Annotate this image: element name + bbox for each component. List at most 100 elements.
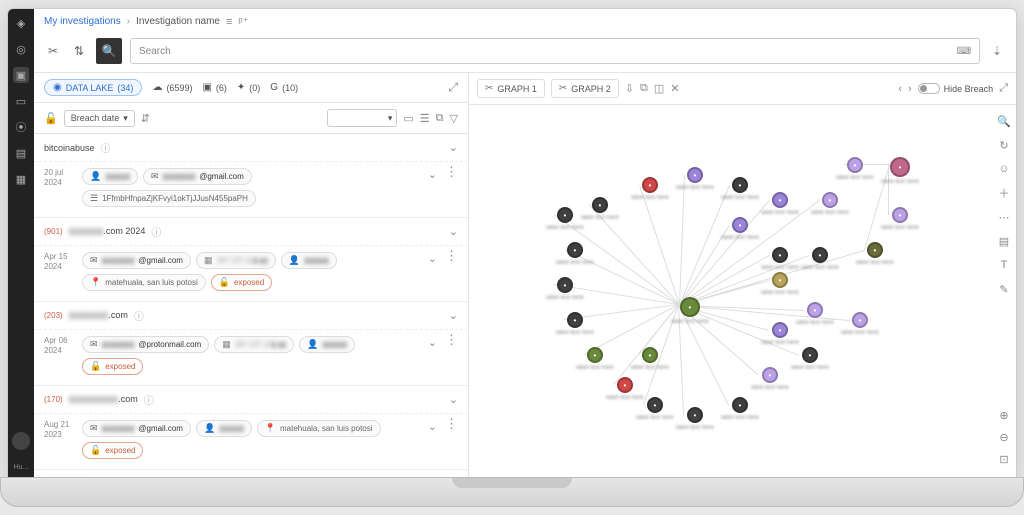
structure-icon[interactable]: ⇅ [70, 42, 88, 60]
filter-icon[interactable]: ▽ [450, 112, 458, 125]
add-icon[interactable]: ＋ [996, 185, 1012, 201]
layer-icon[interactable]: ▤ [996, 233, 1012, 249]
sort-select[interactable]: Breach date ▾ [64, 110, 135, 127]
graph-node[interactable]: •label text here [721, 177, 759, 201]
filter-4[interactable]: ✦(0) [237, 82, 260, 93]
graph-node[interactable]: •label text here [631, 347, 669, 371]
chevron-down-icon[interactable]: ⌄ [428, 420, 437, 433]
graph-node[interactable]: •label text here [841, 312, 879, 336]
graph-node[interactable]: •label text here [631, 177, 669, 201]
chip-ip[interactable]: ▦187.137.10▮.▮▮ [214, 336, 294, 353]
info-icon[interactable]: ⓘ [101, 140, 111, 155]
chip-user[interactable]: 👤▮▮▮▮▮▮ [281, 252, 337, 269]
graph-node[interactable]: •label text here [761, 272, 799, 296]
graph-node[interactable]: •label text here [606, 377, 644, 401]
graph-node[interactable]: •label text here [811, 192, 849, 216]
list-icon[interactable]: ▤ [13, 145, 29, 161]
graph-node[interactable]: •label text here [671, 297, 709, 325]
chevron-down-icon[interactable]: ⌄ [449, 309, 458, 322]
graph-tab-1[interactable]: ✂ GRAPH 1 [477, 79, 545, 98]
graph-node[interactable]: •label text here [676, 407, 714, 431]
zoom-in-icon[interactable]: ⊕ [996, 407, 1012, 423]
investigations-icon[interactable]: ▣ [13, 67, 29, 83]
graph-node[interactable]: •label text here [721, 397, 759, 421]
info-icon[interactable]: ⓘ [151, 224, 161, 239]
chevron-down-icon[interactable]: ⌄ [428, 252, 437, 265]
group-header[interactable]: (170) ▮▮▮▮▮▮▮▮▮▮.comⓘ⌄ [34, 386, 468, 413]
grid-icon[interactable]: ▦ [13, 171, 29, 187]
chevron-down-icon[interactable]: ⌄ [449, 141, 458, 154]
text-icon[interactable]: T [996, 257, 1012, 273]
filter-5[interactable]: G(10) [270, 82, 298, 93]
chip-exposed[interactable]: 🔓exposed [82, 358, 143, 375]
expand-icon[interactable]: ⤢ [448, 80, 458, 95]
chip-loc[interactable]: 📍matehuala, san luis potosi [82, 274, 206, 291]
hide-breach-toggle[interactable]: Hide Breach [918, 83, 994, 94]
fullscreen-icon[interactable]: ⤢ [999, 82, 1008, 95]
breadcrumb-root[interactable]: My investigations [44, 16, 121, 27]
secondary-filter[interactable]: ▾ [327, 109, 397, 127]
zoom-icon[interactable]: 🔍 [996, 113, 1012, 129]
graph-node[interactable]: •label text here [836, 157, 874, 181]
graph-canvas[interactable]: •label text here•label text here•label t… [469, 105, 1016, 477]
chip-email[interactable]: ✉▮▮▮▮▮▮▮▮@gmail.com [82, 252, 191, 269]
chevron-down-icon[interactable]: ⌄ [428, 336, 437, 349]
copy-icon[interactable]: ⧉ [640, 82, 648, 95]
graph-node[interactable]: •label text here [761, 247, 799, 271]
search-button[interactable]: 🔍 [96, 38, 122, 64]
chevron-down-icon[interactable]: ⌄ [449, 393, 458, 406]
graph-node[interactable]: •label text here [751, 367, 789, 391]
kebab-icon[interactable]: ⋮ [445, 252, 458, 260]
graph-node[interactable]: •label text here [576, 347, 614, 371]
kebab-icon[interactable]: ⋮ [445, 168, 458, 176]
avatar[interactable] [12, 432, 30, 450]
graph-node[interactable]: •label text here [761, 322, 799, 346]
chevron-down-icon[interactable]: ⌄ [449, 225, 458, 238]
group-header[interactable]: ▮▮▮▮▮▮▮▮▮.toⓘ⌄ [34, 470, 468, 477]
graph-node[interactable]: •label text here [761, 192, 799, 216]
chip-email[interactable]: ✉▮▮▮▮▮▮▮▮@protonmail.com [82, 336, 209, 353]
graph-node[interactable]: •label text here [546, 277, 584, 301]
copy-icon[interactable]: ⧉ [436, 112, 444, 125]
graph-node[interactable]: •label text here [881, 207, 919, 231]
filter-2[interactable]: ☁(6599) [152, 82, 192, 93]
chip-exposed[interactable]: 🔓exposed [82, 442, 143, 459]
results-list[interactable]: bitcoinabuseⓘ⌄20 jul2024👤▮▮▮▮▮▮✉▮▮▮▮▮▮▮▮… [34, 134, 468, 477]
export-icon[interactable]: ⇩ [625, 82, 634, 95]
graph-node[interactable]: •label text here [676, 167, 714, 191]
info-icon[interactable]: ⓘ [144, 392, 154, 407]
graph-node[interactable]: •label text here [856, 242, 894, 266]
view-compact-icon[interactable]: ▭ [403, 112, 413, 125]
sort-direction-icon[interactable]: ⇵ [141, 112, 150, 125]
target-icon[interactable]: ◎ [13, 41, 29, 57]
group-header[interactable]: (901) ▮▮▮▮▮▮▮.com 2024ⓘ⌄ [34, 218, 468, 245]
graph-node[interactable]: •label text here [546, 207, 584, 231]
refresh-icon[interactable]: ↻ [996, 137, 1012, 153]
notes-icon[interactable]: ≡ [226, 16, 232, 28]
chip-user[interactable]: 👤▮▮▮▮▮▮ [82, 168, 138, 185]
more-icon[interactable]: ⋯ [996, 209, 1012, 225]
chip-exposed[interactable]: 🔓exposed [211, 274, 272, 291]
share-icon[interactable]: ᵖ⁺ [238, 15, 248, 28]
graph-node[interactable]: •label text here [801, 247, 839, 271]
graph-node[interactable]: •label text here [796, 302, 834, 326]
chip-email[interactable]: ✉▮▮▮▮▮▮▮▮@gmail.com [82, 420, 191, 437]
graph-node[interactable]: •label text here [721, 217, 759, 241]
chevron-down-icon[interactable]: ⌄ [428, 168, 437, 181]
lock-icon[interactable]: 🔓 [44, 112, 58, 125]
prev-icon[interactable]: ‹ [898, 83, 902, 95]
zoom-out-icon[interactable]: ⊖ [996, 429, 1012, 445]
group-header[interactable]: (203) ▮▮▮▮▮▮▮▮.comⓘ⌄ [34, 302, 468, 329]
keyboard-icon[interactable]: ⌨ [957, 46, 971, 57]
info-icon[interactable]: ⓘ [134, 308, 144, 323]
filter-datalake[interactable]: ◉ DATA LAKE (34) [44, 79, 142, 96]
logo-icon[interactable]: ◈ [13, 15, 29, 31]
filter-3[interactable]: ▣(6) [202, 82, 226, 93]
folder-icon[interactable]: ▭ [13, 93, 29, 109]
smile-icon[interactable]: ☺ [996, 161, 1012, 177]
chip-user[interactable]: 👤▮▮▮▮▮▮ [196, 420, 252, 437]
activity-icon[interactable]: ⦿ [13, 119, 29, 135]
close-icon[interactable]: ✕ [670, 82, 679, 95]
chip-email[interactable]: ✉▮▮▮▮▮▮▮▮@gmail.com [143, 168, 252, 185]
paste-icon[interactable]: ◫ [654, 82, 664, 95]
